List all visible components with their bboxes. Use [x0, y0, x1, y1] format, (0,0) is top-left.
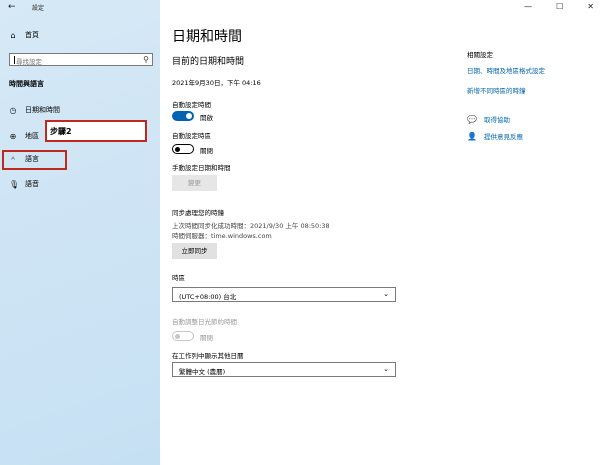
calendar-label: 在工作列中顯示其他日曆: [172, 352, 244, 360]
feedback-link[interactable]: 👤 提供意見反應: [467, 131, 523, 142]
timezone-label: 時區: [172, 274, 185, 282]
auto-timezone-toggle[interactable]: [172, 144, 194, 154]
get-help-link[interactable]: 💬 取得協助: [467, 114, 510, 125]
auto-timezone-label: 自動設定時區: [172, 132, 211, 140]
page-title: 日期和時間: [172, 29, 242, 45]
sync-now-button[interactable]: 立即同步: [172, 243, 217, 259]
step-annotation: 步驟2: [45, 120, 147, 142]
feedback-person-icon: 👤: [467, 131, 477, 141]
auto-time-toggle[interactable]: [172, 111, 194, 121]
auto-time-state: 開啟: [200, 114, 213, 122]
sidebar: ← 設定 ⌂ 首頁 尋找設定 ⚲ 時間與語言 ◷ 日期和時間 ⊕ 地區 ᴬ 語言…: [0, 0, 160, 465]
sync-title: 同步處理您的時鐘: [172, 209, 224, 217]
current-datetime: 2021年9月30日，下午 04:16: [172, 79, 261, 87]
section-subtitle: 目前的日期和時間: [172, 57, 245, 67]
main-panel: — ☐ ✕ 日期和時間 目前的日期和時間 2021年9月30日，下午 04:16…: [160, 0, 600, 465]
search-icon[interactable]: ⚲: [143, 55, 149, 64]
minimize-icon[interactable]: —: [524, 2, 532, 11]
toggle-knob: [186, 113, 192, 119]
close-icon[interactable]: ✕: [587, 2, 594, 11]
help-chat-icon: 💬: [467, 114, 477, 124]
dst-label: 自動調整日光節約時間: [172, 318, 237, 326]
add-clocks-link[interactable]: 新增不同時區的時鐘: [467, 85, 526, 95]
text-cursor: [14, 56, 15, 64]
search-placeholder: 尋找設定: [16, 58, 42, 66]
microphone-icon: 🎙: [9, 179, 20, 189]
maximize-icon[interactable]: ☐: [556, 2, 563, 11]
sidebar-item-home[interactable]: ⌂ 首頁: [9, 30, 149, 40]
time-server-text: 時間伺服器：time.windows.com: [172, 232, 272, 240]
dst-state: 關閉: [200, 334, 213, 342]
titlebar: ← 設定: [0, 0, 160, 14]
chevron-down-icon: ⌄: [383, 290, 389, 298]
language-highlight-box: [2, 150, 67, 170]
sidebar-item-label: 日期和時間: [25, 106, 60, 114]
section-title: 時間與語言: [9, 80, 44, 88]
toggle-knob: [175, 146, 180, 152]
dst-toggle[interactable]: [172, 331, 194, 341]
feedback-label: 提供意見反應: [484, 133, 523, 141]
manual-set-label: 手動設定日期和時間: [172, 164, 231, 172]
auto-timezone-state: 關閉: [200, 147, 213, 155]
toggle-knob: [175, 333, 180, 339]
format-settings-link[interactable]: 日期、時間及地區格式設定: [467, 65, 545, 75]
globe-icon: ⊕: [9, 131, 17, 141]
related-title: 相關設定: [467, 51, 493, 59]
back-arrow-icon[interactable]: ←: [8, 2, 18, 12]
timezone-select[interactable]: (UTC+08:00) 台北 ⌄: [172, 287, 396, 302]
auto-time-label: 自動設定時間: [172, 101, 211, 109]
change-button[interactable]: 變更: [172, 175, 217, 191]
sidebar-item-speech[interactable]: 🎙 語音: [9, 178, 149, 190]
chevron-down-icon: ⌄: [383, 365, 389, 373]
sidebar-item-label: 地區: [25, 132, 39, 140]
step-label: 步驟2: [50, 127, 72, 136]
calendar-value: 繁體中文 (農曆): [179, 368, 226, 376]
calendar-select[interactable]: 繁體中文 (農曆) ⌄: [172, 362, 396, 377]
app-title: 設定: [32, 5, 45, 12]
search-input[interactable]: 尋找設定 ⚲: [9, 53, 153, 66]
sidebar-item-date-time[interactable]: ◷ 日期和時間: [9, 104, 149, 116]
home-icon: ⌂: [10, 30, 16, 40]
calendar-clock-icon: ◷: [9, 105, 17, 115]
sidebar-item-label: 語音: [25, 180, 39, 188]
sidebar-item-label: 首頁: [25, 31, 39, 39]
get-help-label: 取得協助: [484, 116, 510, 124]
last-sync-text: 上次時間同步化成功時間：2021/9/30 上午 08:50:38: [172, 222, 330, 230]
timezone-value: (UTC+08:00) 台北: [179, 293, 237, 301]
window-controls: — ☐ ✕: [524, 2, 594, 11]
